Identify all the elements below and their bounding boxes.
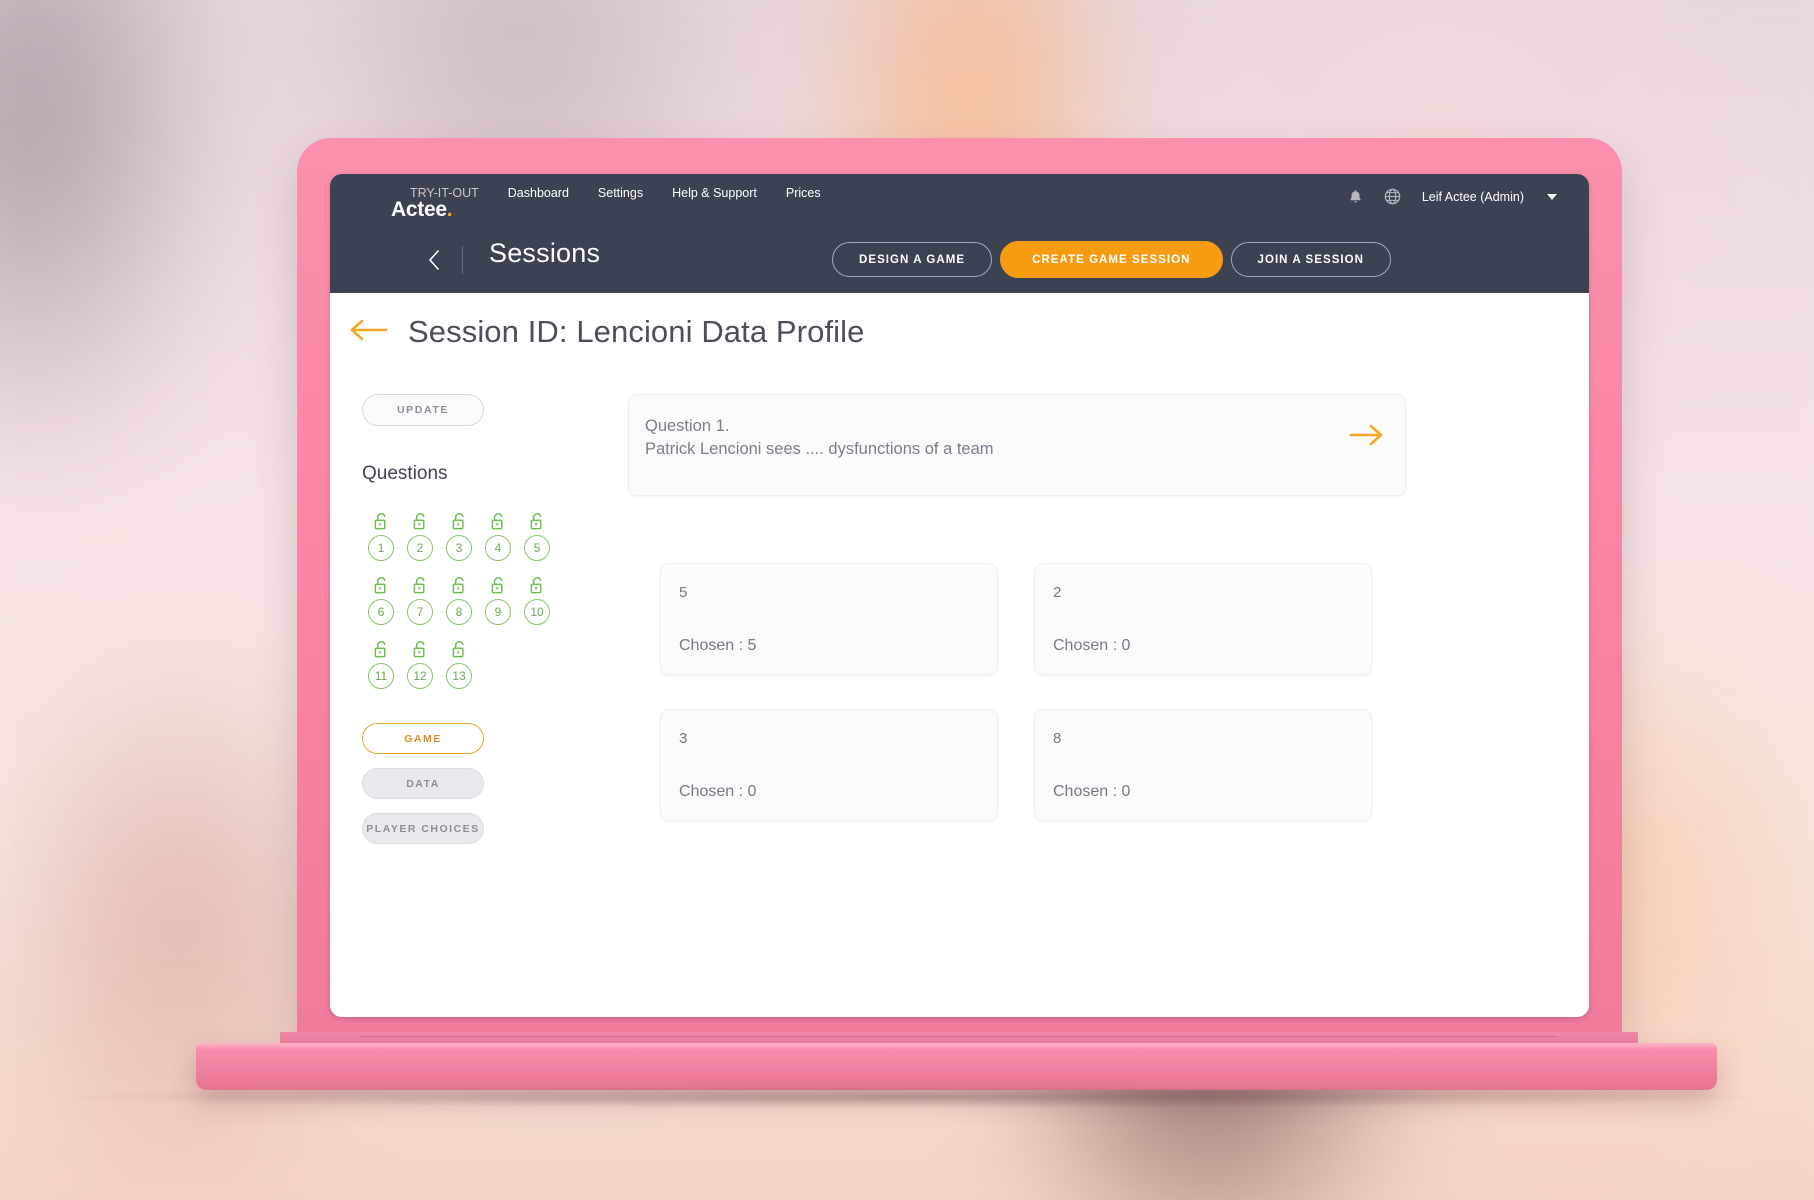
question-number: 6 bbox=[368, 599, 394, 625]
answer-label: 8 bbox=[1053, 730, 1062, 747]
question-chip-4[interactable]: 4 bbox=[479, 509, 517, 561]
question-number: 8 bbox=[446, 599, 472, 625]
question-chip-1[interactable]: 1 bbox=[362, 509, 400, 561]
question-chip-10[interactable]: 10 bbox=[518, 573, 556, 625]
questions-grid-row-1: 1 2 3 4 5 bbox=[362, 509, 592, 561]
laptop-base bbox=[196, 1043, 1717, 1090]
answer-chosen-count: Chosen : 0 bbox=[679, 783, 757, 800]
question-chip-3[interactable]: 3 bbox=[440, 509, 478, 561]
answer-label: 5 bbox=[679, 584, 688, 601]
update-button[interactable]: UPDATE bbox=[362, 394, 484, 426]
top-navigation-bar: Actee. TRY-IT-OUT Dashboard Settings Hel… bbox=[330, 174, 1589, 228]
brand-name: Actee bbox=[391, 198, 447, 221]
globe-icon[interactable] bbox=[1384, 188, 1401, 205]
back-button[interactable] bbox=[422, 242, 446, 278]
question-chip-6[interactable]: 6 bbox=[362, 573, 400, 625]
user-name-label[interactable]: Leif Actee (Admin) bbox=[1422, 190, 1524, 204]
brand-dot: . bbox=[446, 198, 453, 221]
unlock-icon bbox=[530, 509, 545, 531]
questions-grid-row-3: 11 12 13 bbox=[362, 637, 592, 689]
section-header-bar: Sessions DESIGN A GAME CREATE GAME SESSI… bbox=[330, 228, 1589, 293]
nav-right-cluster: Leif Actee (Admin) bbox=[1348, 188, 1557, 205]
chevron-down-icon[interactable] bbox=[1547, 193, 1557, 200]
question-number: 13 bbox=[446, 663, 472, 689]
header-action-buttons: DESIGN A GAME CREATE GAME SESSION JOIN A… bbox=[832, 241, 1392, 278]
question-chip-11[interactable]: 11 bbox=[362, 637, 400, 689]
tab-game[interactable]: GAME bbox=[362, 723, 484, 754]
bell-icon[interactable] bbox=[1348, 189, 1363, 205]
question-number: 4 bbox=[485, 535, 511, 561]
answer-label: 2 bbox=[1053, 584, 1062, 601]
question-chip-13[interactable]: 13 bbox=[440, 637, 478, 689]
questions-heading: Questions bbox=[362, 463, 448, 484]
question-number-line: Question 1. bbox=[645, 417, 730, 435]
unlock-icon bbox=[413, 573, 428, 595]
question-number: 2 bbox=[407, 535, 433, 561]
arrow-right-icon[interactable] bbox=[1349, 423, 1385, 452]
nav-link-try-it-out[interactable]: TRY-IT-OUT bbox=[410, 186, 479, 200]
join-a-session-button[interactable]: JOIN A SESSION bbox=[1230, 242, 1392, 277]
question-chip-5[interactable]: 5 bbox=[518, 509, 556, 561]
unlock-icon bbox=[452, 637, 467, 659]
question-chip-12[interactable]: 12 bbox=[401, 637, 439, 689]
question-body-line: Patrick Lencioni sees .... dysfunctions … bbox=[645, 440, 994, 459]
question-card[interactable]: Question 1. Patrick Lencioni sees .... d… bbox=[628, 394, 1406, 496]
design-a-game-button[interactable]: DESIGN A GAME bbox=[832, 242, 993, 277]
unlock-icon bbox=[413, 509, 428, 531]
question-chip-8[interactable]: 8 bbox=[440, 573, 478, 625]
answer-card[interactable]: 2 Chosen : 0 bbox=[1034, 563, 1372, 675]
unlock-icon bbox=[374, 637, 389, 659]
answer-card[interactable]: 3 Chosen : 0 bbox=[660, 709, 998, 821]
question-number: 12 bbox=[407, 663, 433, 689]
page-body: Session ID: Lencioni Data Profile UPDATE… bbox=[330, 293, 1589, 1017]
app-header: Actee. TRY-IT-OUT Dashboard Settings Hel… bbox=[330, 174, 1589, 293]
answer-label: 3 bbox=[679, 730, 688, 747]
tab-data[interactable]: DATA bbox=[362, 768, 484, 799]
nav-links: TRY-IT-OUT Dashboard Settings Help & Sup… bbox=[410, 186, 821, 200]
question-number: 5 bbox=[524, 535, 550, 561]
question-chip-9[interactable]: 9 bbox=[479, 573, 517, 625]
question-number: 3 bbox=[446, 535, 472, 561]
unlock-icon bbox=[491, 573, 506, 595]
unlock-icon bbox=[374, 573, 389, 595]
question-number: 10 bbox=[524, 599, 550, 625]
nav-link-settings[interactable]: Settings bbox=[598, 186, 643, 200]
answer-cards-grid: 5 Chosen : 5 2 Chosen : 0 3 Chosen : 0 8… bbox=[660, 563, 1372, 821]
questions-grid-row-2: 6 7 8 9 10 bbox=[362, 573, 592, 625]
unlock-icon bbox=[452, 509, 467, 531]
answer-card[interactable]: 5 Chosen : 5 bbox=[660, 563, 998, 675]
question-number: 7 bbox=[407, 599, 433, 625]
answer-chosen-count: Chosen : 0 bbox=[1053, 783, 1131, 800]
unlock-icon bbox=[374, 509, 389, 531]
laptop-mockup: Actee. TRY-IT-OUT Dashboard Settings Hel… bbox=[0, 0, 1814, 1200]
sidebar-panel: UPDATE Questions 1 2 3 4 5 6 7 8 9 10 11… bbox=[362, 394, 592, 844]
unlock-icon bbox=[413, 637, 428, 659]
page-section-title: Sessions bbox=[489, 238, 601, 268]
tab-player-choices[interactable]: PLAYER CHOICES bbox=[362, 813, 484, 844]
unlock-icon bbox=[452, 573, 467, 595]
nav-link-prices[interactable]: Prices bbox=[786, 186, 821, 200]
question-number: 11 bbox=[368, 663, 394, 689]
page-title-row: Session ID: Lencioni Data Profile bbox=[348, 314, 864, 350]
unlock-icon bbox=[491, 509, 506, 531]
sidebar-tab-buttons: GAME DATA PLAYER CHOICES bbox=[362, 723, 592, 844]
unlock-icon bbox=[530, 573, 545, 595]
question-chip-2[interactable]: 2 bbox=[401, 509, 439, 561]
nav-link-dashboard[interactable]: Dashboard bbox=[508, 186, 569, 200]
answer-chosen-count: Chosen : 5 bbox=[679, 637, 757, 654]
create-game-session-button[interactable]: CREATE GAME SESSION bbox=[1000, 241, 1223, 278]
laptop-shadow bbox=[60, 1086, 1760, 1108]
question-number: 1 bbox=[368, 535, 394, 561]
page-title: Session ID: Lencioni Data Profile bbox=[408, 314, 865, 349]
question-text: Question 1. Patrick Lencioni sees .... d… bbox=[645, 415, 994, 462]
header-divider bbox=[462, 246, 463, 274]
brand-logo[interactable]: Actee. bbox=[391, 198, 453, 222]
answer-card[interactable]: 8 Chosen : 0 bbox=[1034, 709, 1372, 821]
question-chip-7[interactable]: 7 bbox=[401, 573, 439, 625]
nav-link-help-support[interactable]: Help & Support bbox=[672, 186, 757, 200]
arrow-left-icon[interactable] bbox=[348, 317, 388, 348]
answer-chosen-count: Chosen : 0 bbox=[1053, 637, 1131, 654]
question-number: 9 bbox=[485, 599, 511, 625]
laptop-screen: Actee. TRY-IT-OUT Dashboard Settings Hel… bbox=[330, 174, 1589, 1017]
